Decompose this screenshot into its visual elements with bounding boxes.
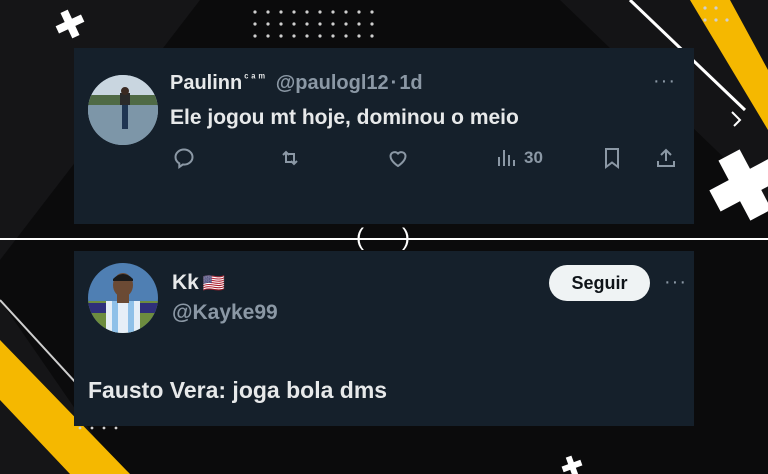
username[interactable]: @Kayke99 [172,301,278,325]
like-icon [389,151,407,168]
more-options-button[interactable]: ··· [653,70,676,93]
follow-button[interactable]: Seguir [549,265,650,301]
more-options-button[interactable]: ··· [664,271,687,294]
tweet-header: Paulinn ᶜᵃᵐ @paulogl12 · 1d [170,72,423,95]
tweet-text: Ele jogou mt hoje, dominou o meio [170,106,519,129]
reply-icon [174,148,194,169]
tweet-text: Fausto Vera: joga bola dms [88,377,388,403]
like-button[interactable] [386,146,410,170]
display-name-suffix: ᶜᵃᵐ [244,72,268,85]
separator: · [390,72,398,94]
avatar[interactable] [88,75,158,145]
views-button[interactable]: 30 [494,146,543,170]
divider-right-paren: ) [402,224,410,251]
avatar[interactable] [88,263,158,333]
username[interactable]: @paulogl12 [276,72,389,95]
tweet-header: Kk 🇺🇸 [172,271,225,295]
flag-emoji: 🇺🇸 [202,272,226,293]
views-icon [498,150,515,166]
display-name[interactable]: Paulinn ᶜᵃᵐ [170,72,268,95]
tweet-actions: 30 [74,146,694,174]
bookmark-icon [605,148,619,169]
timestamp[interactable]: 1d [399,72,422,95]
divider-line [0,238,768,240]
bookmark-button[interactable] [600,146,624,170]
views-count: 30 [524,148,543,167]
share-icon [657,148,675,167]
tweet-card-1: Paulinn ᶜᵃᵐ @paulogl12 · 1d ··· Ele jogou… [74,48,694,224]
display-name[interactable]: Kk [172,271,199,295]
share-button[interactable] [654,146,678,170]
divider-left-paren: ( [356,224,364,251]
retweet-icon [282,150,298,166]
display-name-text: Paulinn [170,72,243,94]
reply-button[interactable] [172,146,196,170]
retweet-button[interactable] [278,146,302,170]
tweet-card-2: Kk 🇺🇸 @Kayke99 Seguir ··· Fausto Vera: j… [74,251,694,426]
